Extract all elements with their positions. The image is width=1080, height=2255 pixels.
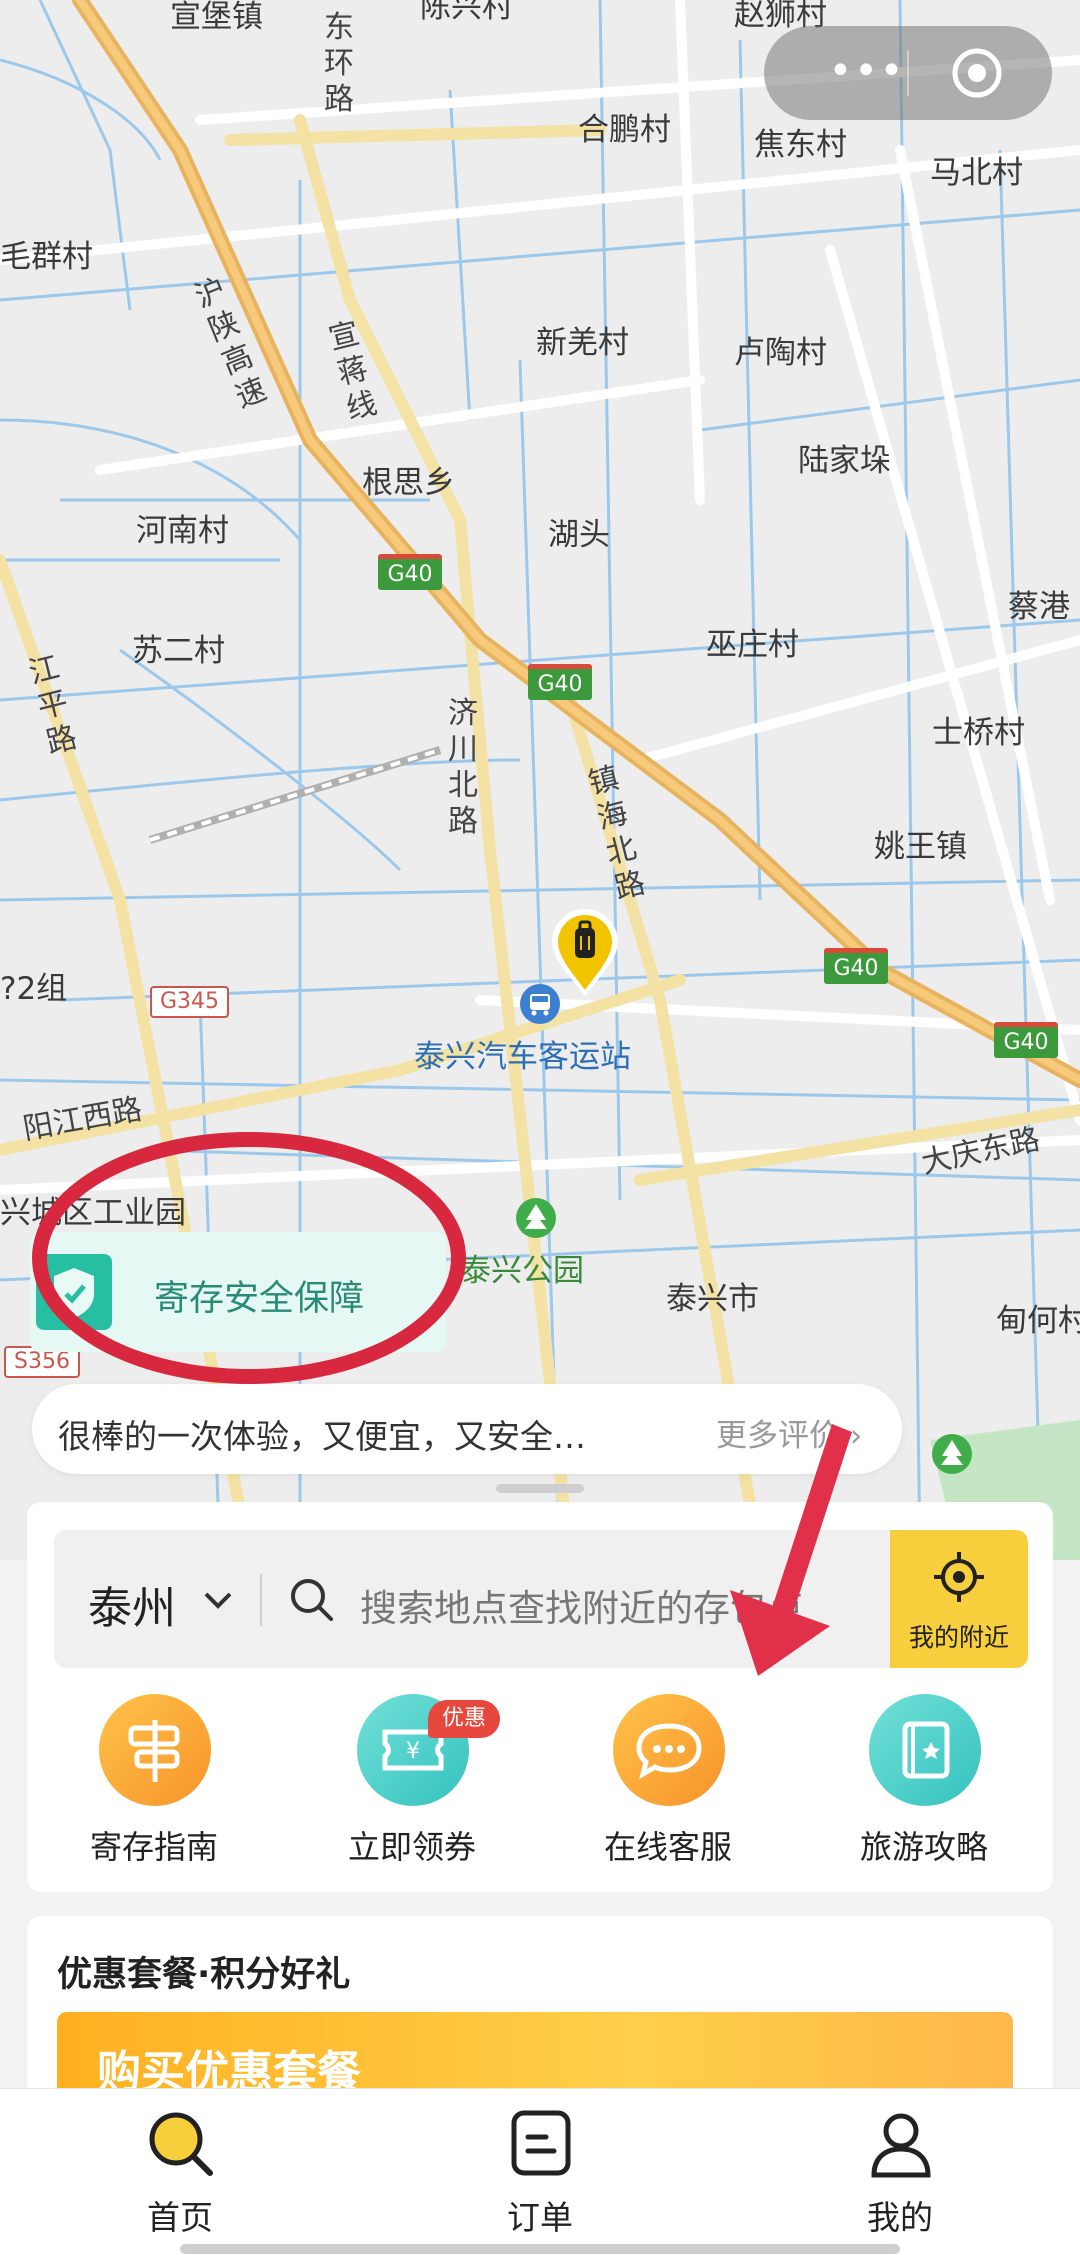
place-label: 蔡港 [1008,589,1070,625]
review-text: 很棒的一次体验，又便宜，又安全… [58,1417,586,1456]
search-icon [149,2112,213,2176]
tab-bar: 首页 订单 我的 [0,2088,1080,2255]
place-label: 毛群村 [0,239,93,275]
city-selector[interactable]: 泰州 [88,1572,176,1636]
tab-label: 订单 [507,2198,573,2237]
capsule-divider [907,50,909,96]
place-label: 苏二村 [132,633,225,669]
more-menu-icon[interactable]: ••• [824,51,910,91]
orders-icon [511,2110,571,2176]
tab-mine[interactable]: 我的 [810,2109,990,2249]
user-icon [871,2113,931,2178]
tab-home[interactable]: 首页 [90,2109,270,2249]
road-label: 东环路 [324,10,354,117]
my-nearby-label: 我的附近 [908,1623,1009,1652]
place-label: 姚王镇 [874,829,967,865]
tab-label: 我的 [867,2198,933,2237]
place-label: 根思乡 [362,465,455,501]
travel-guide-button[interactable]: 旅游攻略 [824,1694,1024,1866]
place-label: 焦东村 [754,127,847,163]
place-label: 士桥村 [932,715,1025,751]
highway-shield: G345 [150,986,230,1018]
park-icon [932,1434,972,1474]
search-divider [260,1574,262,1626]
place-label: 湖头 [548,517,610,553]
place-label: ?2组 [0,971,68,1007]
annotation-circle [32,1132,466,1384]
locate-icon [934,1552,984,1602]
svg-text:¥: ¥ [406,1739,420,1764]
feature-label: 寄存指南 [89,1828,218,1866]
storage-guide-button[interactable]: 寄存指南 [54,1694,254,1866]
place-label: 陈兴村 [420,0,513,25]
close-miniprogram-icon[interactable] [950,46,1004,100]
place-label: 宣堡镇 [170,0,263,35]
highway-shield: G40 [824,948,888,984]
tab-orders[interactable]: 订单 [450,2109,630,2249]
bus-station-label: 泰兴汽车客运站 [414,1039,631,1075]
feature-label: 旅游攻略 [859,1828,988,1866]
discount-badge: 优惠 [428,1700,501,1738]
search-bar: 泰州 搜索地点查找附近的存包点 我的附近 [54,1530,1028,1668]
highway-shield: G40 [378,554,442,590]
place-label: 甸何村 [996,1303,1080,1339]
place-label: 泰兴市 [666,1281,759,1317]
place-label: 新羌村 [536,325,629,361]
place-label: 合鹏村 [578,112,671,148]
place-label: 卢陶村 [734,335,827,371]
luggage-location-pin[interactable] [548,906,622,998]
park-label: 泰兴公园 [460,1253,584,1289]
package-section: 优惠套餐·积分好礼 购买优惠套餐 [27,1916,1053,2122]
highway-shield: G40 [528,664,592,700]
feature-label: 在线客服 [603,1828,732,1866]
park-icon [516,1198,556,1238]
chevron-down-icon[interactable] [200,1582,236,1618]
search-icon [291,1579,333,1621]
home-indicator [180,2244,900,2254]
miniprogram-capsule: ••• [764,26,1052,120]
highway-shield: G40 [994,1022,1058,1058]
place-label: 河南村 [136,513,229,549]
chat-bubble-icon [613,1694,725,1806]
online-service-button[interactable]: 在线客服 [568,1694,768,1866]
place-label: 马北村 [930,155,1023,191]
guidebook-icon [869,1694,981,1806]
place-label: 巫庄村 [706,627,799,663]
place-label: 陆家垛 [798,443,891,479]
annotation-arrow [730,1424,852,1676]
signpost-icon [99,1694,211,1806]
my-nearby-button[interactable]: 我的附近 [890,1530,1028,1668]
road-label: 济川北路 [448,696,478,839]
drag-handle[interactable] [496,1484,584,1493]
section-title: 优惠套餐·积分好礼 [57,1955,351,1995]
feature-label: 立即领券 [347,1828,476,1866]
tab-label: 首页 [147,2198,213,2237]
